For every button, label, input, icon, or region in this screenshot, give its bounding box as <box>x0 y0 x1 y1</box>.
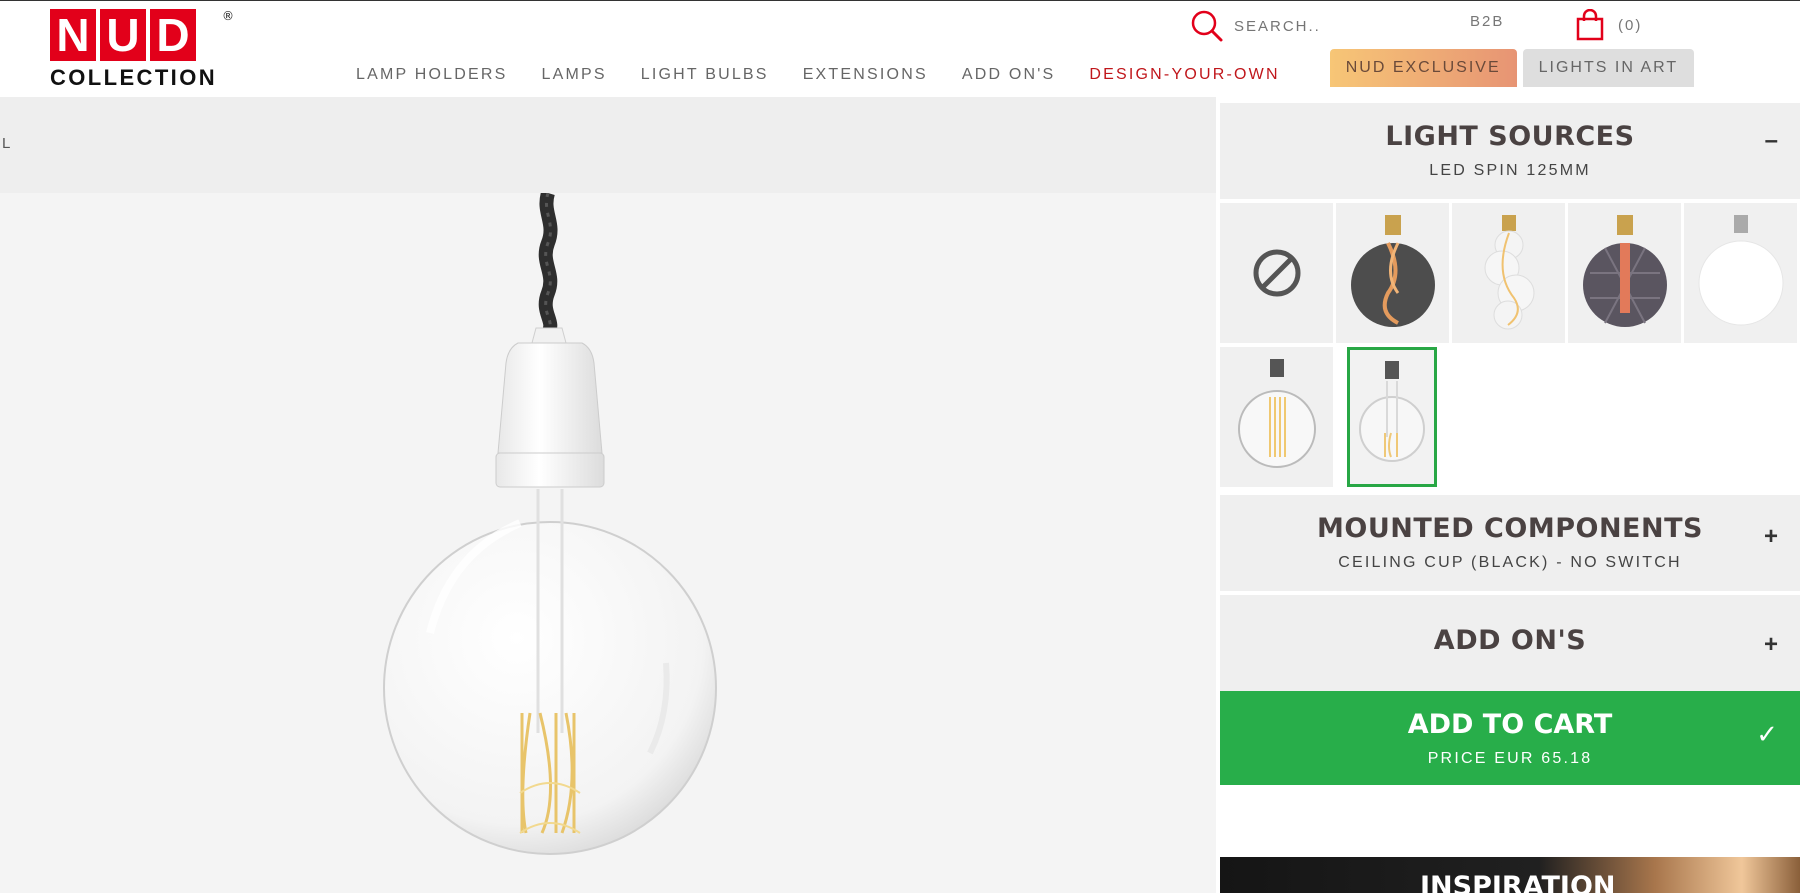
bulb-option-none[interactable] <box>1220 203 1333 343</box>
nav-lights-in-art[interactable]: LIGHTS IN ART <box>1522 49 1695 87</box>
led-spin-globe-bulb-icon <box>1359 361 1425 462</box>
shopping-bag-icon <box>1576 9 1604 41</box>
nav-lamp-holders[interactable]: LAMP HOLDERS <box>356 66 507 84</box>
b2b-link[interactable]: B2B <box>1470 13 1504 30</box>
clear-globe-bulb-icon <box>1237 359 1316 468</box>
site-header: N U D ® COLLECTION B2B (0) LAMP HOLDERS <box>0 1 1800 97</box>
preview-top-band: L <box>0 97 1216 193</box>
add-to-cart-label: ADD TO CART <box>1407 709 1613 740</box>
inspiration-title: INSPIRATION <box>1420 871 1616 893</box>
light-sources-selected: LED SPIN 125MM <box>1429 162 1591 179</box>
cart-count: (0) <box>1618 16 1643 34</box>
nav-extensions[interactable]: EXTENSIONS <box>803 66 928 84</box>
add-to-cart-button[interactable]: ADD TO CART PRICE EUR 65.18 ✓ <box>1220 691 1800 785</box>
bulb-option-led-spin-selected[interactable] <box>1347 347 1437 487</box>
bubble-bulb-icon <box>1484 215 1534 330</box>
preview-band-text: L <box>2 135 11 152</box>
bulb-option-faceted-smoke[interactable] <box>1568 203 1681 343</box>
bulb-option-bubble[interactable] <box>1452 203 1565 343</box>
cart-button[interactable]: (0) <box>1576 9 1642 41</box>
search-icon[interactable] <box>1190 9 1224 43</box>
add-ons-title: ADD ON'S <box>1433 625 1587 656</box>
add-ons-section[interactable]: ADD ON'S + <box>1220 595 1800 691</box>
search-input[interactable] <box>1234 17 1434 35</box>
configurator-panel: LIGHT SOURCES LED SPIN 125MM – MOUNTED C… <box>1216 97 1800 893</box>
mounted-components-section[interactable]: MOUNTED COMPONENTS CEILING CUP (BLACK) -… <box>1220 495 1800 591</box>
price-label: PRICE EUR 65.18 <box>1427 750 1593 767</box>
light-sources-title: LIGHT SOURCES <box>1385 121 1635 152</box>
main-nav: LAMP HOLDERS LAMPS LIGHT BULBS EXTENSION… <box>356 49 1700 87</box>
nav-design-your-own[interactable]: DESIGN-YOUR-OWN <box>1089 66 1279 84</box>
nav-add-ons[interactable]: ADD ON'S <box>962 66 1056 84</box>
nav-lamps[interactable]: LAMPS <box>541 66 606 84</box>
inspiration-banner[interactable]: INSPIRATION <box>1220 857 1800 893</box>
smoke-globe-bulb-icon <box>1350 215 1435 327</box>
collapse-toggle[interactable]: – <box>1765 127 1778 155</box>
check-icon: ✓ <box>1756 719 1778 749</box>
registered-mark: ® <box>222 9 234 23</box>
bulb-option-clear-globe[interactable] <box>1220 347 1333 487</box>
search-bar <box>1190 9 1434 43</box>
logo-letters: N U D <box>50 9 240 61</box>
nud-collection-logo[interactable]: N U D ® COLLECTION <box>50 9 240 91</box>
light-sources-section[interactable]: LIGHT SOURCES LED SPIN 125MM – <box>1220 103 1800 199</box>
bulb-option-smoke-globe[interactable] <box>1336 203 1449 343</box>
logo-letter-u: U <box>100 9 146 61</box>
logo-letter-d: D <box>150 9 196 61</box>
mounted-components-selected: CEILING CUP (BLACK) - NO SWITCH <box>1338 554 1682 571</box>
page: N U D ® COLLECTION B2B (0) LAMP HOLDERS <box>0 0 1800 893</box>
expand-toggle[interactable]: + <box>1764 631 1778 659</box>
logo-letter-n: N <box>50 9 96 61</box>
bulb-options-grid <box>1220 203 1800 493</box>
logo-subtitle: COLLECTION <box>50 65 217 90</box>
nav-nud-exclusive[interactable]: NUD EXCLUSIVE <box>1329 49 1517 87</box>
pendant-lamp-image <box>383 193 717 855</box>
product-preview: L <box>0 97 1216 893</box>
none-icon <box>1253 249 1300 297</box>
bulb-option-opal-globe[interactable] <box>1684 203 1797 343</box>
mounted-components-title: MOUNTED COMPONENTS <box>1317 513 1703 544</box>
expand-toggle[interactable]: + <box>1764 523 1778 551</box>
nav-light-bulbs[interactable]: LIGHT BULBS <box>641 66 769 84</box>
faceted-smoke-bulb-icon <box>1582 215 1667 327</box>
opal-globe-bulb-icon <box>1698 215 1783 326</box>
